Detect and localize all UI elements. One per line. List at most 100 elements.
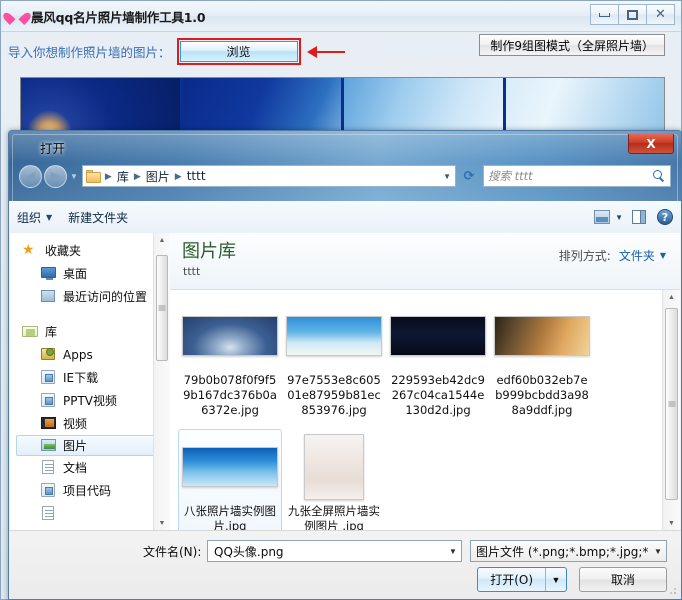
file-thumbnail-icon xyxy=(304,434,364,500)
scrollbar-thumb[interactable] xyxy=(156,255,168,361)
preview-pane-icon[interactable] xyxy=(632,210,646,224)
scroll-up-icon[interactable]: ▲ xyxy=(154,233,170,248)
chevron-down-icon[interactable]: ▼ xyxy=(443,172,451,181)
navigation-pane: ★ 收藏夹 桌面 最近访问的位置 库 Apps IE下载 PPTV视频 视频 图… xyxy=(10,233,171,531)
breadcrumb-separator-icon: ▶ xyxy=(133,170,141,181)
sidebar-item-desktop[interactable]: 桌面 xyxy=(10,262,170,285)
breadcrumb-separator-icon: ▶ xyxy=(104,170,112,181)
minimize-button[interactable] xyxy=(590,4,619,25)
pictures-icon xyxy=(40,438,57,453)
command-bar: 组织 ▼ 新建文件夹 ▼ ? xyxy=(9,201,681,234)
scrollbar-thumb[interactable] xyxy=(665,308,678,500)
import-label: 导入你想制作照片墙的图片： xyxy=(8,45,171,60)
sidebar-item-project-code[interactable]: 项目代码 xyxy=(10,479,170,502)
file-item[interactable]: 九张全屏照片墙实例图片 .jpg xyxy=(282,429,386,531)
file-name-label: 229593eb42dc9267c04ca1544e130d2d.jpg xyxy=(391,373,485,417)
thumbnail-container xyxy=(181,303,279,369)
open-file-dialog: 打开 X ◀ ▶ ▼ ▶ 库 ▶ 图片 ▶ tttt ▼ ⟳ 搜索 tttt 组… xyxy=(8,130,682,600)
sidebar-item-apps[interactable]: Apps xyxy=(10,343,170,366)
thumbnail-container xyxy=(285,434,383,500)
arrange-by-label: 排列方式: xyxy=(558,249,611,263)
file-item[interactable]: 79b0b078f0f9f59b167dc376b0a6372e.jpg xyxy=(178,298,282,423)
breadcrumb-address-bar[interactable]: ▶ 库 ▶ 图片 ▶ tttt ▼ xyxy=(81,165,456,187)
scroll-down-icon[interactable]: ▼ xyxy=(154,516,170,531)
dialog-title: 打开 xyxy=(40,141,66,156)
breadcrumb-item-1[interactable]: 图片 xyxy=(143,168,173,185)
sidebar-item-partial[interactable] xyxy=(10,502,170,525)
sidebar-item-label: 视频 xyxy=(63,417,88,431)
folder-icon xyxy=(85,169,101,183)
sidebar-item-pictures[interactable]: 图片 xyxy=(16,435,166,456)
sidebar-group-favorites[interactable]: ★ 收藏夹 xyxy=(10,239,170,262)
heart-icon xyxy=(9,8,25,24)
sidebar-item-ie-downloads[interactable]: IE下载 xyxy=(10,366,170,389)
organize-menu-button[interactable]: 组织 ▼ xyxy=(9,206,60,229)
heart-icon xyxy=(19,140,34,155)
breadcrumb-separator-icon: ▶ xyxy=(174,170,182,181)
chevron-down-icon[interactable]: ▼ xyxy=(660,251,666,260)
resize-grip-icon[interactable] xyxy=(666,584,678,596)
sidebar-item-pptv-video[interactable]: PPTV视频 xyxy=(10,389,170,412)
filename-value: QQ头像.png xyxy=(214,544,284,559)
sidebar-item-label: 项目代码 xyxy=(63,484,112,498)
search-input[interactable]: 搜索 tttt xyxy=(483,165,671,187)
chevron-down-icon[interactable]: ▼ xyxy=(615,213,623,222)
maximize-button[interactable] xyxy=(618,4,647,25)
file-item-selected[interactable]: 八张照片墙实例图片.jpg xyxy=(178,429,282,531)
help-icon[interactable]: ? xyxy=(657,209,673,225)
maximize-icon xyxy=(627,9,638,20)
sidebar-item-recent-places[interactable]: 最近访问的位置 xyxy=(10,285,170,308)
filename-label: 文件名(N): xyxy=(143,544,202,559)
sidebar-item-videos[interactable]: 视频 xyxy=(10,412,170,435)
file-item[interactable]: 97e7553e8c60501e87959b81ec853976.jpg xyxy=(282,298,386,423)
scroll-up-icon[interactable]: ▲ xyxy=(663,290,680,305)
file-item[interactable]: edf60b032eb7eb999bcbdd3a988a9ddf.jpg xyxy=(490,298,594,423)
chevron-down-icon[interactable]: ▼ xyxy=(650,547,666,556)
filename-row: 文件名(N): QQ头像.png ▼ 图片文件 (*.png;*.bmp;*.j… xyxy=(9,539,681,563)
view-mode-icon[interactable] xyxy=(594,210,611,224)
app-toolbar: 导入你想制作照片墙的图片： 浏览 制作9组图模式（全屏照片墙） xyxy=(8,34,674,69)
new-folder-button[interactable]: 新建文件夹 xyxy=(60,206,136,229)
file-list-scrollbar[interactable]: ▲ ▼ xyxy=(662,290,680,531)
make-9-grid-button[interactable]: 制作9组图模式（全屏照片墙） xyxy=(479,34,665,56)
history-dropdown-button[interactable]: ▼ xyxy=(70,172,78,181)
cancel-button[interactable]: 取消 xyxy=(579,567,667,592)
refresh-icon[interactable]: ⟳ xyxy=(458,165,480,187)
sidebar-item-documents[interactable]: 文档 xyxy=(10,456,170,479)
arrange-by-control[interactable]: 排列方式: 文件夹 ▼ xyxy=(559,247,666,264)
filetype-select[interactable]: 图片文件 (*.png;*.bmp;*.jpg;* ▼ xyxy=(470,540,667,562)
browse-highlight: 浏览 xyxy=(176,38,301,65)
breadcrumb-item-0[interactable]: 库 xyxy=(114,168,132,185)
navigation-tree: ★ 收藏夹 桌面 最近访问的位置 库 Apps IE下载 PPTV视频 视频 图… xyxy=(10,233,170,525)
window-controls: ✕ xyxy=(590,4,675,25)
thumbnail-container xyxy=(389,303,487,369)
file-name-label: 97e7553e8c60501e87959b81ec853976.jpg xyxy=(287,373,381,417)
file-name-label: 八张照片墙实例图片.jpg xyxy=(184,504,276,531)
close-icon: ✕ xyxy=(655,7,666,22)
arrange-by-value[interactable]: 文件夹 xyxy=(619,247,655,264)
back-button[interactable]: ◀ xyxy=(19,164,42,188)
browse-button[interactable]: 浏览 xyxy=(179,41,298,62)
filename-input[interactable]: QQ头像.png ▼ xyxy=(207,540,462,562)
file-list-pane: 图片库 tttt 排列方式: 文件夹 ▼ 79b0b078f0f9f59b167… xyxy=(170,233,680,531)
chevron-down-icon[interactable]: ▼ xyxy=(445,547,461,556)
dialog-buttons: 打开(O) ▼ 取消 xyxy=(477,567,667,592)
forward-button[interactable]: ▶ xyxy=(44,164,67,188)
close-button[interactable]: ✕ xyxy=(646,4,675,25)
navigation-scrollbar[interactable]: ▲ ▼ xyxy=(153,233,170,531)
file-item[interactable]: 229593eb42dc9267c04ca1544e130d2d.jpg xyxy=(386,298,490,423)
search-icon xyxy=(653,169,666,183)
thumbnail-container xyxy=(493,303,591,369)
open-button[interactable]: 打开(O) ▼ xyxy=(477,567,567,592)
dialog-close-button[interactable]: X xyxy=(628,134,674,154)
open-button-label: 打开(O) xyxy=(490,573,533,587)
sidebar-group-libraries[interactable]: 库 xyxy=(10,320,170,343)
file-thumbnail-icon xyxy=(182,316,278,356)
file-name-label: 79b0b078f0f9f59b167dc376b0a6372e.jpg xyxy=(183,373,277,417)
breadcrumb-item-2[interactable]: tttt xyxy=(184,169,209,183)
thumbnail-container xyxy=(285,303,383,369)
scroll-down-icon[interactable]: ▼ xyxy=(663,516,680,531)
pointer-arrow-icon xyxy=(306,45,347,58)
dialog-titlebar: 打开 X ◀ ▶ ▼ ▶ 库 ▶ 图片 ▶ tttt ▼ ⟳ 搜索 tttt xyxy=(9,131,681,201)
open-dropdown-caret-icon[interactable]: ▼ xyxy=(546,575,566,585)
